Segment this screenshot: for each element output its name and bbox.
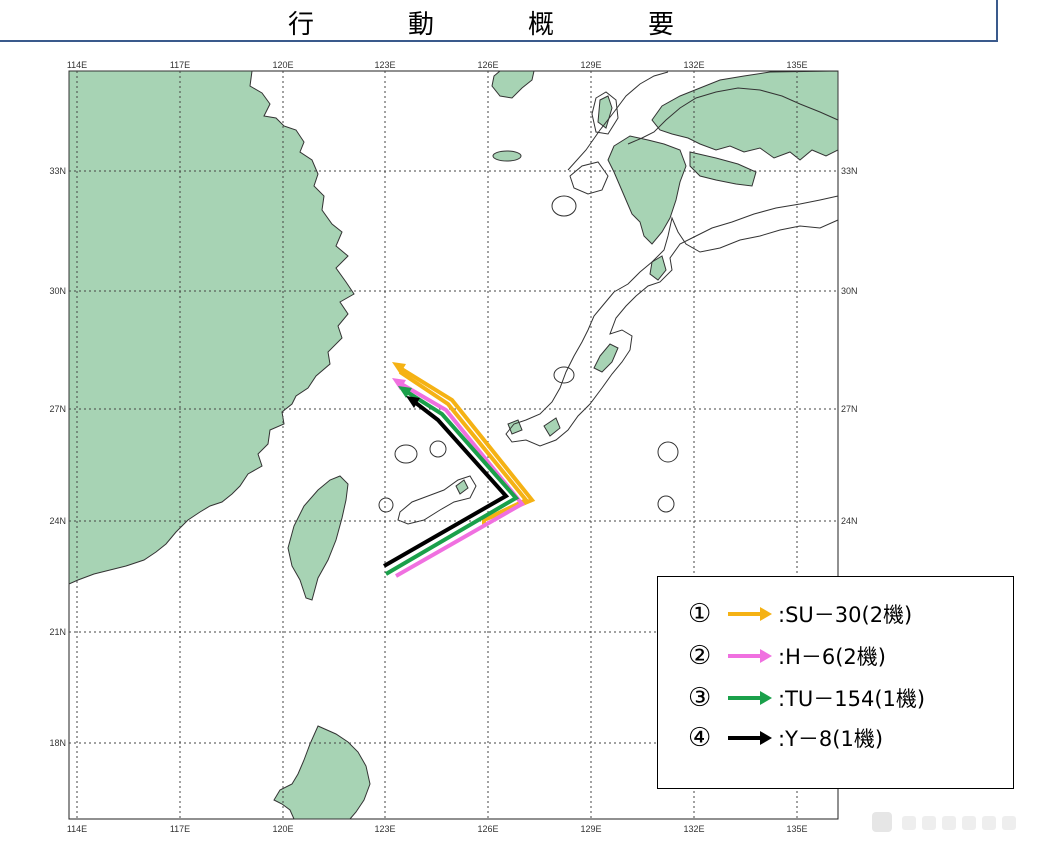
lat-ticks-left: 33N 30N 27N 24N 21N 18N [49, 166, 66, 748]
lon-tick: 132E [683, 824, 704, 834]
lat-tick: 30N [841, 286, 858, 296]
lon-tick: 117E [170, 60, 190, 70]
legend-item-h6: ② :H－6(2機) [688, 639, 886, 673]
lon-tick: 129E [580, 824, 601, 834]
legend-label: :TU－154(1機) [778, 687, 926, 711]
lat-ticks-right: 33N 30N 27N 24N [841, 166, 858, 526]
green-arrow-icon [728, 691, 772, 705]
lat-tick: 33N [841, 166, 858, 176]
lon-tick: 129E [580, 60, 601, 70]
lat-tick: 27N [841, 404, 858, 414]
lon-ticks-bottom: 114E 117E 120E 123E 126E 129E 132E 135E [67, 824, 808, 834]
legend-item-tu154: ③ :TU－154(1機) [688, 681, 925, 715]
pink-arrow-icon [728, 649, 772, 663]
lon-tick: 120E [272, 60, 293, 70]
legend-number: ③ [688, 683, 712, 713]
watermark-logo [872, 812, 1016, 832]
lon-tick: 132E [683, 60, 704, 70]
legend-box: ① :SU－30(2機) ② :H－6(2機) ③ :TU－154(1機) ④ … [657, 576, 1014, 789]
legend-label: :H－6(2機) [778, 645, 886, 669]
legend-label: :SU－30(2機) [778, 603, 913, 627]
lat-tick: 24N [49, 516, 66, 526]
land-jeju [492, 150, 522, 162]
legend-label: :Y－8(1機) [778, 727, 884, 751]
lon-tick: 123E [374, 824, 395, 834]
legend-number: ① [688, 599, 712, 629]
legend-number: ④ [688, 723, 712, 753]
lat-tick: 27N [49, 404, 66, 414]
lon-tick: 123E [374, 60, 395, 70]
lat-tick: 24N [841, 516, 858, 526]
lat-tick: 33N [49, 166, 66, 176]
lat-tick: 18N [49, 738, 66, 748]
orange-arrow-icon [728, 607, 772, 621]
lon-tick: 126E [477, 60, 498, 70]
lon-tick: 117E [170, 824, 190, 834]
lon-tick: 126E [477, 824, 498, 834]
legend-number: ② [688, 641, 712, 671]
lon-tick: 114E [67, 60, 87, 70]
lat-tick: 21N [49, 627, 66, 637]
lon-tick: 120E [272, 824, 293, 834]
lon-ticks-top: 114E 117E 120E 123E 126E 129E 132E 135E [67, 60, 808, 70]
lon-tick: 114E [67, 824, 87, 834]
black-arrow-icon [728, 731, 772, 745]
lat-tick: 30N [49, 286, 66, 296]
legend-item-su30: ① :SU－30(2機) [688, 597, 912, 631]
lon-tick: 135E [786, 60, 807, 70]
lon-tick: 135E [786, 824, 807, 834]
legend-item-y8: ④ :Y－8(1機) [688, 721, 883, 755]
